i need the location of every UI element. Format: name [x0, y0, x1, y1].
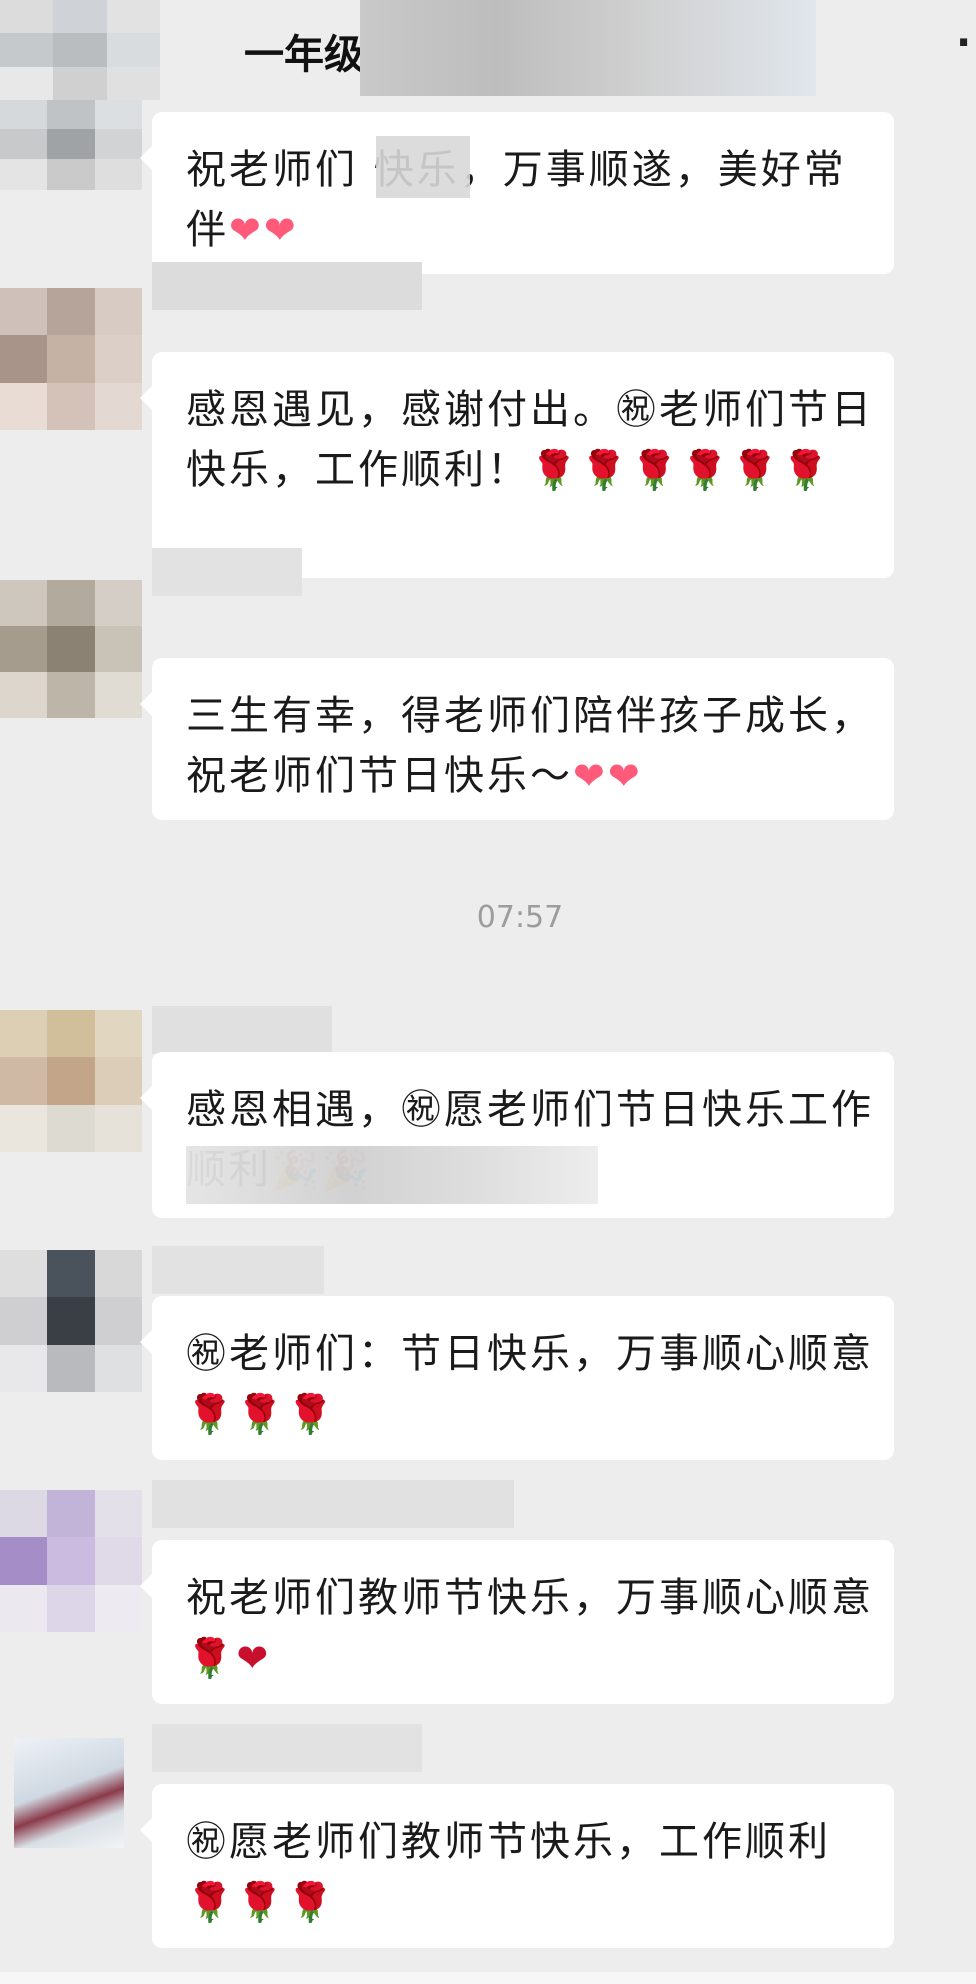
- message-timestamp: 07:57: [476, 900, 564, 935]
- blurred-nickname: [152, 1724, 422, 1772]
- blurred-nickname: [152, 1006, 332, 1054]
- chat-header: 一年级 ·: [0, 0, 976, 100]
- avatar[interactable]: [0, 98, 142, 190]
- rose-icon: 🌹🌹🌹: [186, 1880, 337, 1924]
- avatar[interactable]: [0, 1490, 142, 1632]
- blurred-header-area: [360, 0, 816, 96]
- chat-title[interactable]: 一年级: [244, 22, 364, 80]
- rose-icon: 🌹❤: [186, 1636, 272, 1680]
- message-text: ㊗愿老师们教师节快乐，工作顺利: [186, 1819, 831, 1865]
- blurred-nickname: [152, 1246, 324, 1294]
- message-text: 祝老师们教师节快乐，万事顺心顺意: [186, 1575, 874, 1621]
- message-bubble[interactable]: ㊗愿老师们教师节快乐，工作顺利 🌹🌹🌹: [140, 1784, 894, 1948]
- message-bubble[interactable]: 感恩遇见，感谢付出。㊗老师们节日快乐，工作顺利！🌹🌹🌹🌹🌹🌹: [140, 352, 894, 578]
- avatar[interactable]: [0, 1010, 142, 1152]
- message-bubble[interactable]: ㊗老师们：节日快乐，万事顺心顺意 🌹🌹🌹: [140, 1296, 894, 1460]
- blurred-nickname: [152, 1480, 514, 1528]
- rose-icon: 🌹🌹🌹🌹🌹🌹: [530, 448, 832, 492]
- heart-icon: ❤❤: [573, 754, 643, 798]
- blurred-text-area: [186, 1146, 598, 1204]
- bottom-edge: [0, 1972, 976, 1984]
- message-bubble[interactable]: 三生有幸，得老师们陪伴孩子成长，祝老师们节日快乐～❤❤: [140, 658, 894, 820]
- avatar[interactable]: [0, 580, 142, 718]
- avatar[interactable]: [14, 1738, 124, 1848]
- mosaic-header-avatar: [0, 0, 160, 100]
- message-text: ㊗老师们：节日快乐，万事顺心顺意: [186, 1331, 874, 1377]
- heart-icon: ❤❤: [229, 208, 299, 252]
- blurred-text-area: [376, 136, 470, 198]
- rose-icon: 🌹🌹🌹: [186, 1392, 337, 1436]
- blurred-nickname: [152, 262, 422, 310]
- message-text: 三生有幸，得老师们陪伴孩子成长，祝老师们节日快乐～: [186, 693, 874, 799]
- avatar[interactable]: [0, 288, 142, 430]
- message-bubble[interactable]: 祝老师们 快乐，万事顺遂，美好常伴❤❤: [140, 112, 894, 274]
- avatar[interactable]: [0, 1250, 142, 1392]
- blurred-nickname: [152, 548, 302, 596]
- more-options-icon[interactable]: ·: [956, 20, 971, 66]
- message-bubble[interactable]: 祝老师们教师节快乐，万事顺心顺意 🌹❤: [140, 1540, 894, 1704]
